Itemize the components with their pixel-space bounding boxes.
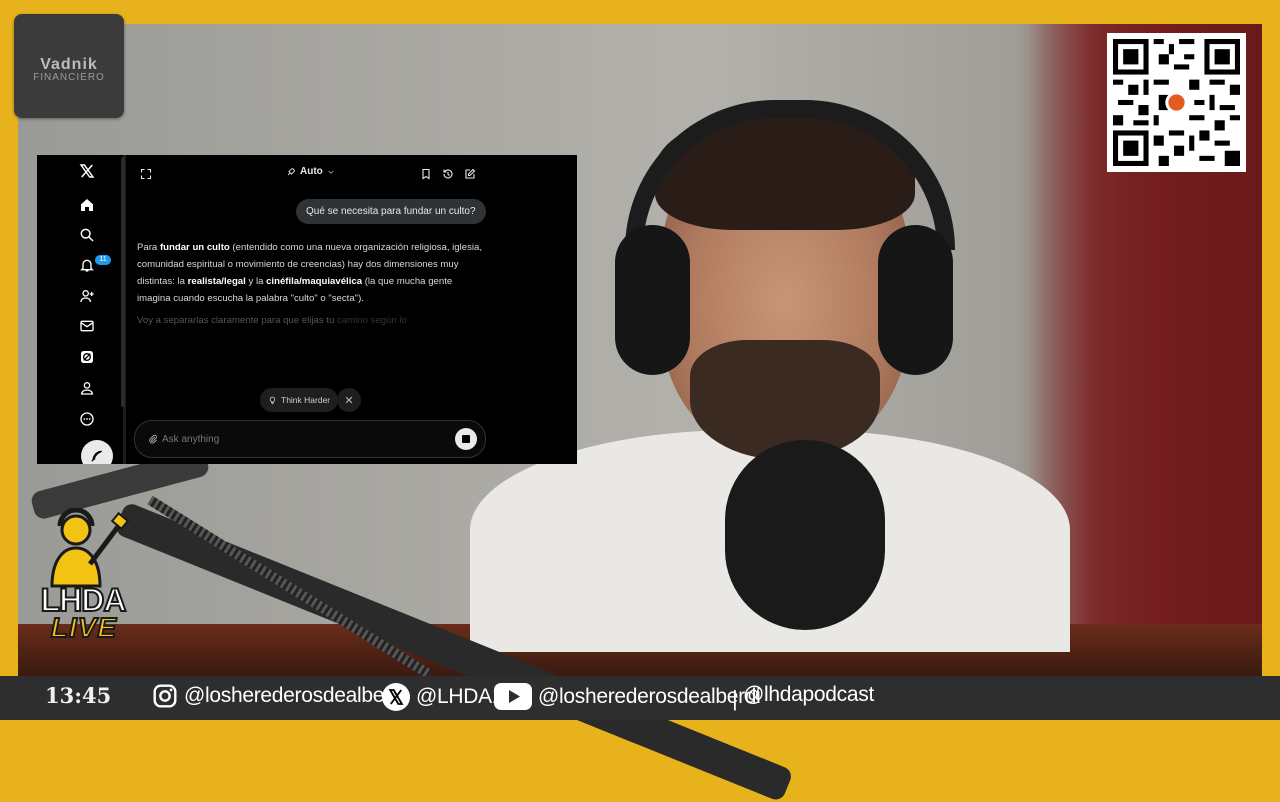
- ask-input[interactable]: [162, 430, 432, 448]
- answer-bold-term: cinéfila/maquiavélica: [266, 276, 363, 287]
- lightbulb-icon: [269, 396, 276, 404]
- think-harder-button[interactable]: Think Harder: [260, 388, 339, 412]
- youtube-handle-text: @losherederosdealberdi: [538, 684, 761, 708]
- stream-frame: Vadnik FINANCIERO 11 Auto Qué se necesit…: [0, 0, 1280, 802]
- instagram-handle-text: @losherederosdealberdi: [184, 684, 407, 707]
- more-options-icon[interactable]: [77, 409, 97, 429]
- user-message-bubble: Qué se necesita para fundar un culto?: [296, 199, 486, 224]
- headset-left-earcup: [615, 225, 690, 375]
- profile-icon[interactable]: [77, 378, 97, 398]
- instagram-icon: [153, 684, 177, 708]
- attach-paperclip-icon[interactable]: [148, 432, 158, 450]
- grok-window: 11 Auto Qué se necesita para fundar un c…: [37, 155, 577, 464]
- youtube-icon: [494, 683, 532, 710]
- instagram-handle: @losherederosdealberdi: [152, 683, 407, 709]
- sidebar-scrollbar[interactable]: [121, 157, 125, 407]
- feather-icon: [91, 450, 102, 462]
- podcast-handle-text: @lhdapodcast: [743, 683, 874, 706]
- x-logo-icon[interactable]: [77, 161, 97, 181]
- grok-chat-panel: Auto Qué se necesita para fundar un cult…: [126, 155, 492, 464]
- answer-bold-term: fundar un culto: [159, 242, 230, 253]
- search-icon[interactable]: [77, 225, 97, 245]
- expand-icon[interactable]: [140, 167, 154, 181]
- mode-selector[interactable]: Auto: [286, 166, 335, 177]
- mode-label: Auto: [300, 166, 323, 177]
- podcast-handle: @lhdapodcast: [743, 683, 874, 707]
- chevron-down-icon: [328, 170, 334, 174]
- microphone: [725, 440, 885, 630]
- dismiss-suggestion-button[interactable]: ✕: [337, 388, 361, 412]
- guitarist-icon: [50, 508, 130, 588]
- stop-icon: [462, 435, 470, 443]
- streaming-text: Voy a separarlas claramente para que eli…: [137, 315, 335, 326]
- notifications-bell-icon[interactable]: [77, 255, 97, 275]
- qr-code: [1107, 33, 1246, 172]
- youtube-handle: @losherederosdealberdi: [494, 683, 761, 710]
- follow-people-icon[interactable]: [77, 286, 97, 306]
- answer-text: Para: [137, 242, 160, 253]
- history-icon[interactable]: [442, 167, 456, 181]
- grok-icon[interactable]: [77, 347, 97, 367]
- headset-right-earcup: [878, 225, 953, 375]
- answer-bold-term: realista/legal: [187, 276, 246, 287]
- channel-logo: Vadnik FINANCIERO: [14, 14, 124, 118]
- bookmark-icon[interactable]: [420, 167, 434, 181]
- compose-post-button[interactable]: [81, 440, 113, 464]
- new-chat-icon[interactable]: [464, 167, 478, 181]
- clock-time: 13:45: [45, 683, 112, 708]
- home-icon[interactable]: [77, 195, 97, 215]
- logo-subtitle: FINANCIERO: [33, 72, 105, 83]
- messages-envelope-icon[interactable]: [77, 316, 97, 336]
- stop-generation-button[interactable]: [455, 428, 477, 450]
- x-sidebar: 11: [37, 155, 125, 464]
- think-harder-label: Think Harder: [281, 395, 331, 405]
- streaming-answer-line: Voy a separarlas claramente para que eli…: [137, 312, 487, 329]
- answer-text: y la: [245, 276, 267, 287]
- notification-count-badge: 11: [95, 255, 111, 265]
- x-icon: [382, 683, 410, 711]
- streaming-text-faded: camino según lo: [334, 315, 407, 326]
- show-live-label: LIVE: [50, 611, 118, 644]
- assistant-answer: Para fundar un culto (entendido como una…: [137, 239, 487, 307]
- show-logo: LHDA LIVE: [30, 508, 135, 648]
- bottom-social-bar: 13:45 @losherederosdealberdi @LHDA16 @lo…: [0, 676, 1280, 720]
- close-icon: ✕: [344, 394, 354, 407]
- rocket-icon: [287, 167, 295, 175]
- handle-separator: |: [732, 686, 738, 711]
- ask-bar: [134, 420, 486, 458]
